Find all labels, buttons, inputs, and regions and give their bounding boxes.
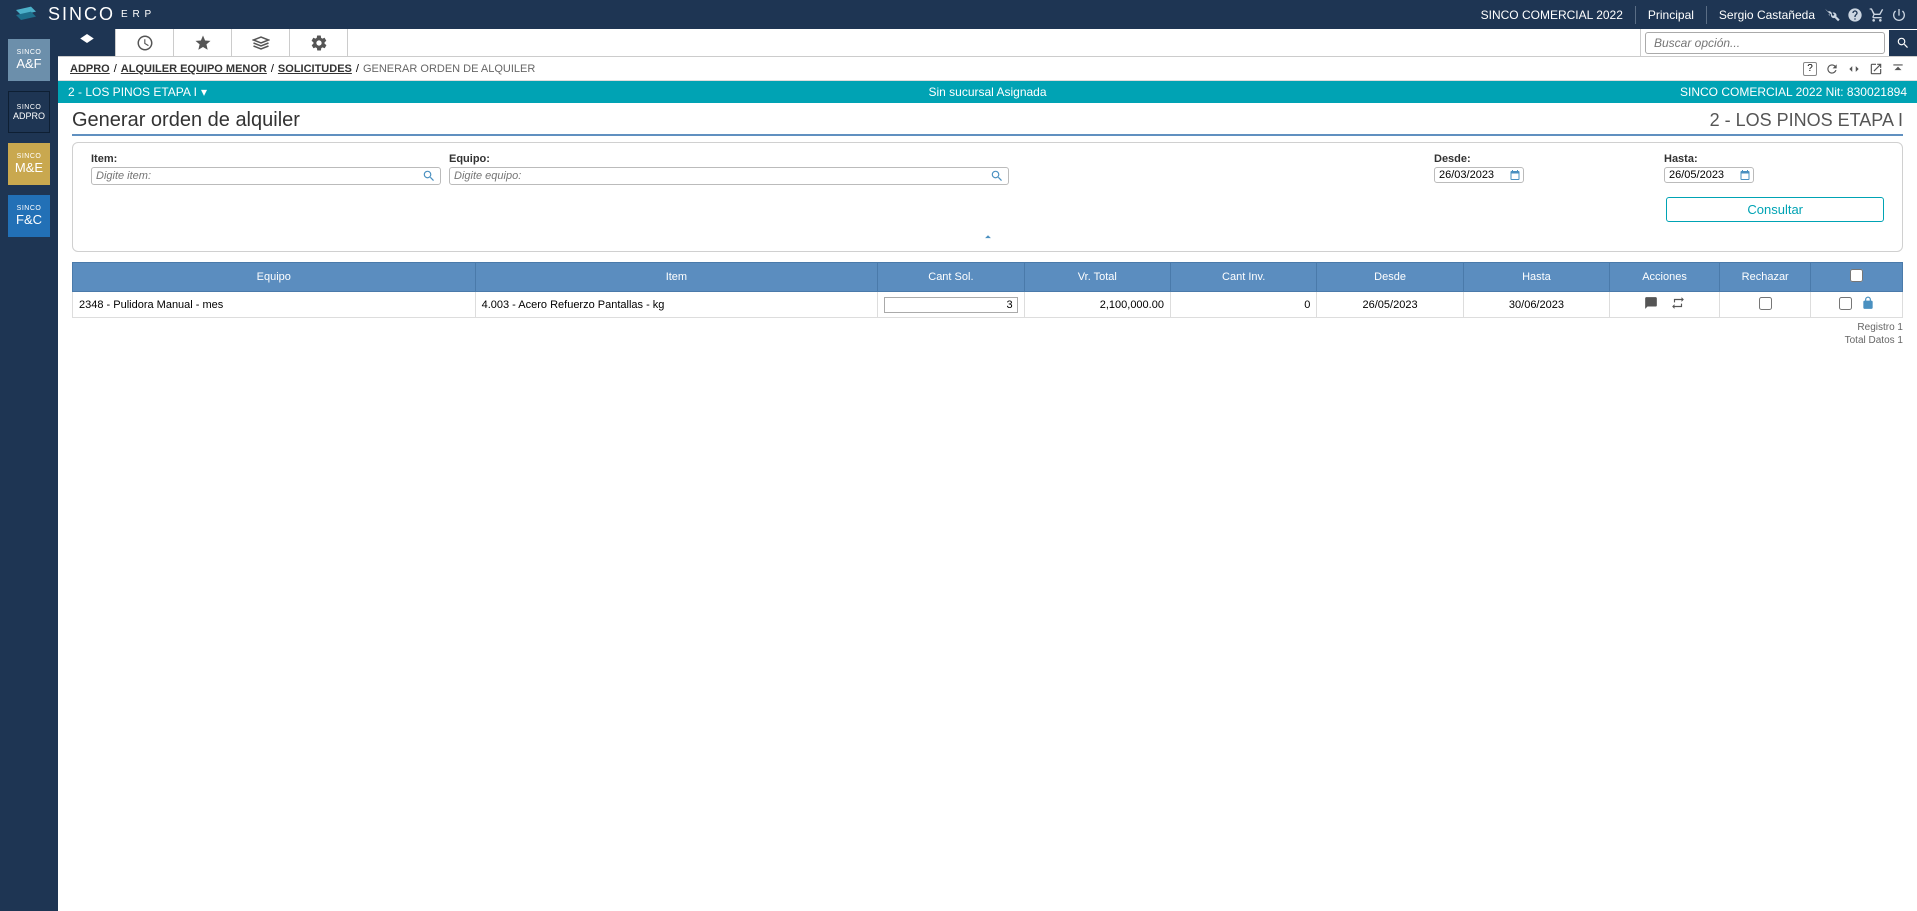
- search-button[interactable]: [1889, 30, 1917, 56]
- company-name[interactable]: SINCO COMERCIAL 2022: [1481, 8, 1623, 22]
- search-icon[interactable]: [990, 169, 1004, 183]
- tools-icon[interactable]: [1825, 7, 1841, 23]
- hasta-input[interactable]: 26/05/2023: [1664, 167, 1754, 183]
- desde-label: Desde:: [1434, 153, 1664, 165]
- cell-hasta: 30/06/2023: [1463, 292, 1609, 318]
- transfer-icon[interactable]: [1671, 296, 1685, 310]
- brand-sub: E R P: [121, 9, 152, 20]
- power-icon[interactable]: [1891, 7, 1907, 23]
- desde-input[interactable]: 26/03/2023: [1434, 167, 1524, 183]
- item-input-wrap[interactable]: [91, 167, 441, 185]
- toolbar: [58, 29, 1917, 57]
- sidebar-item-af[interactable]: SINCOA&F: [8, 39, 50, 81]
- consultar-button[interactable]: Consultar: [1666, 197, 1884, 222]
- col-desde[interactable]: Desde: [1317, 263, 1463, 292]
- col-hasta[interactable]: Hasta: [1463, 263, 1609, 292]
- calendar-icon[interactable]: [1739, 169, 1751, 181]
- company-nit: SINCO COMERCIAL 2022 Nit: 830021894: [1680, 85, 1907, 99]
- cell-desde: 26/05/2023: [1317, 292, 1463, 318]
- help-box-icon[interactable]: ?: [1803, 62, 1817, 76]
- logo-icon: [10, 3, 42, 27]
- footer-registro: Registro 1: [72, 322, 1903, 333]
- breadcrumb: ADPRO/ ALQUILER EQUIPO MENOR/ SOLICITUDE…: [58, 57, 1917, 81]
- crumb-current: GENERAR ORDEN DE ALQUILER: [363, 63, 535, 75]
- expand-h-icon[interactable]: [1847, 62, 1861, 76]
- refresh-icon[interactable]: [1825, 62, 1839, 76]
- sidebar: SINCOA&F SINCOADPRO SINCOM&E SINCOF&C: [0, 29, 58, 911]
- col-cant-inv[interactable]: Cant Inv.: [1170, 263, 1316, 292]
- sidebar-item-me[interactable]: SINCOM&E: [8, 143, 50, 185]
- cell-cant-inv: 0: [1170, 292, 1316, 318]
- table-row: 2348 - Pulidora Manual - mes 4.003 - Ace…: [73, 292, 1903, 318]
- brand-name: SINCO: [48, 4, 115, 25]
- col-rechazar[interactable]: Rechazar: [1719, 263, 1811, 292]
- branch-label: Sin sucursal Asignada: [928, 85, 1046, 99]
- role-label[interactable]: Principal: [1648, 8, 1694, 22]
- history-button[interactable]: [116, 29, 174, 56]
- sidebar-item-fc[interactable]: SINCOF&C: [8, 195, 50, 237]
- cart-icon[interactable]: [1869, 7, 1885, 23]
- collapse-panel-button[interactable]: [91, 230, 1884, 247]
- results-table: Equipo Item Cant Sol. Vr. Total Cant Inv…: [72, 262, 1903, 318]
- item-input[interactable]: [96, 170, 422, 182]
- search-input[interactable]: [1645, 32, 1885, 54]
- lock-icon[interactable]: [1861, 296, 1875, 310]
- calendar-icon[interactable]: [1509, 169, 1521, 181]
- reject-checkbox[interactable]: [1759, 297, 1772, 310]
- comment-icon[interactable]: [1644, 296, 1658, 310]
- footer-total: Total Datos 1: [72, 335, 1903, 346]
- cell-item: 4.003 - Acero Refuerzo Pantallas - kg: [475, 292, 878, 318]
- cell-vr-total: 2,100,000.00: [1024, 292, 1170, 318]
- collapse-up-icon[interactable]: [1891, 62, 1905, 76]
- help-icon[interactable]: [1847, 7, 1863, 23]
- col-item[interactable]: Item: [475, 263, 878, 292]
- crumb-solicitudes[interactable]: SOLICITUDES: [278, 63, 352, 75]
- home-button[interactable]: [58, 29, 116, 56]
- popout-icon[interactable]: [1869, 62, 1883, 76]
- user-name[interactable]: Sergio Castañeda: [1719, 8, 1815, 22]
- equipo-input[interactable]: [454, 170, 990, 182]
- filter-panel: Item: Equipo: Desde: 26/0: [72, 142, 1903, 252]
- col-equipo[interactable]: Equipo: [73, 263, 476, 292]
- select-all-checkbox[interactable]: [1850, 269, 1863, 282]
- crumb-adpro[interactable]: ADPRO: [70, 63, 110, 75]
- top-bar: SINCO E R P SINCO COMERCIAL 2022 Princip…: [0, 0, 1917, 29]
- chevron-down-icon: ▾: [201, 85, 207, 99]
- equipo-input-wrap[interactable]: [449, 167, 1009, 185]
- favorites-button[interactable]: [174, 29, 232, 56]
- settings-button[interactable]: [290, 29, 348, 56]
- col-select-all[interactable]: [1811, 263, 1903, 292]
- col-cant-sol[interactable]: Cant Sol.: [878, 263, 1024, 292]
- crumb-alquiler[interactable]: ALQUILER EQUIPO MENOR: [121, 63, 267, 75]
- project-bar: 2 - LOS PINOS ETAPA I ▾ Sin sucursal Asi…: [58, 81, 1917, 103]
- cell-equipo: 2348 - Pulidora Manual - mes: [73, 292, 476, 318]
- page-title: Generar orden de alquiler: [72, 109, 300, 132]
- row-select-checkbox[interactable]: [1839, 297, 1852, 310]
- project-selector[interactable]: 2 - LOS PINOS ETAPA I ▾: [68, 85, 207, 99]
- col-vr-total[interactable]: Vr. Total: [1024, 263, 1170, 292]
- hasta-label: Hasta:: [1664, 153, 1884, 165]
- module-button[interactable]: [232, 29, 290, 56]
- equipo-label: Equipo:: [449, 153, 1009, 165]
- qty-input[interactable]: [884, 297, 1017, 313]
- page-title-context: 2 - LOS PINOS ETAPA I: [1710, 110, 1903, 131]
- sidebar-item-adpro[interactable]: SINCOADPRO: [8, 91, 50, 133]
- item-label: Item:: [91, 153, 441, 165]
- search-icon[interactable]: [422, 169, 436, 183]
- col-acciones[interactable]: Acciones: [1610, 263, 1720, 292]
